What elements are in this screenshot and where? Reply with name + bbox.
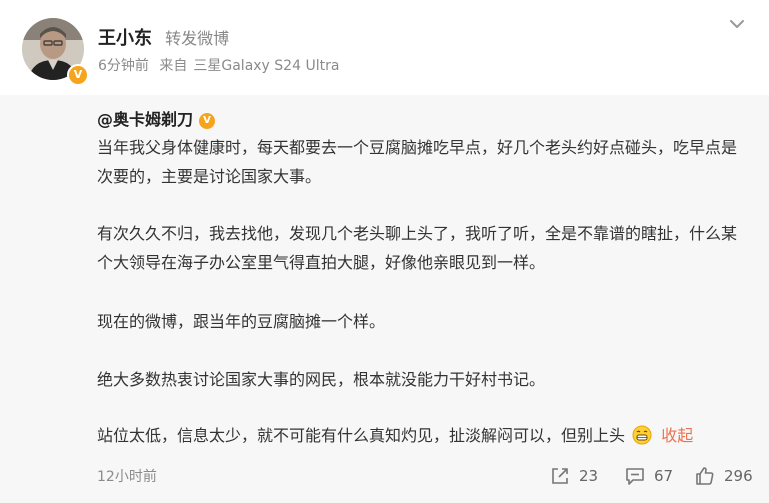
paragraph-5: 站位太低，信息太少，就不可能有什么真知灼见，扯淡解闷可以，但别上头 收起 <box>97 421 747 450</box>
author-name[interactable]: 王小东 <box>98 28 152 49</box>
grin-emoji-icon <box>632 425 652 445</box>
original-author-name[interactable]: @奥卡姆剃刀 <box>97 110 193 129</box>
repost-footer: 12小时前 23 67 296 <box>97 464 757 488</box>
collapse-link[interactable]: 收起 <box>661 426 693 445</box>
post-header: V 王小东 转发微博 6分钟前 来自 三星Galaxy S24 Ultra <box>0 0 769 95</box>
post-time[interactable]: 6分钟前 <box>98 58 149 74</box>
name-row: 王小东 转发微博 <box>98 24 229 50</box>
repost-button[interactable]: 23 <box>549 464 598 488</box>
paragraph-4: 绝大多数热衷讨论国家大事的网民，根本就没能力干好村书记。 <box>97 370 546 389</box>
verified-badge-icon: V <box>199 113 216 129</box>
source-prefix: 来自 <box>159 58 188 74</box>
repost-count: 23 <box>579 467 599 485</box>
paragraph-1: 当年我父身体健康时，每天都要去一个豆腐脑摊吃早点，好几个老头约好点碰头，吃早点是… <box>97 138 738 186</box>
paragraph-2: 有次久久不归，我去找他，发现几个老头聊上头了，我听了听，全是不靠谱的瞎扯，什么某… <box>97 224 738 272</box>
comment-count: 67 <box>654 467 674 485</box>
post-action: 转发微博 <box>165 29 230 48</box>
verified-badge-icon: V <box>67 64 89 86</box>
weibo-card: V 王小东 转发微博 6分钟前 来自 三星Galaxy S24 Ultra @奥卡… <box>0 0 769 503</box>
chevron-down-icon[interactable] <box>725 12 749 36</box>
post-source: 三星Galaxy S24 Ultra <box>193 58 340 74</box>
like-icon <box>696 467 714 485</box>
paragraph-5-text: 站位太低，信息太少，就不可能有什么真知灼见，扯淡解闷可以，但别上头 <box>97 426 626 445</box>
reposted-weibo: @奥卡姆剃刀 V 当年我父身体健康时，每天都要去一个豆腐脑摊吃早点，好几个老头约好… <box>0 95 769 503</box>
repost-time[interactable]: 12小时前 <box>97 466 157 486</box>
repost-icon <box>552 468 568 484</box>
original-author: @奥卡姆剃刀 V <box>97 106 216 130</box>
like-button[interactable]: 296 <box>694 464 753 488</box>
paragraph-3: 现在的微博，跟当年的豆腐脑摊一个样。 <box>97 312 386 331</box>
like-count: 296 <box>724 467 753 485</box>
comment-icon <box>626 468 644 485</box>
post-meta: 6分钟前 来自 三星Galaxy S24 Ultra <box>98 55 345 75</box>
comment-button[interactable]: 67 <box>624 464 673 488</box>
